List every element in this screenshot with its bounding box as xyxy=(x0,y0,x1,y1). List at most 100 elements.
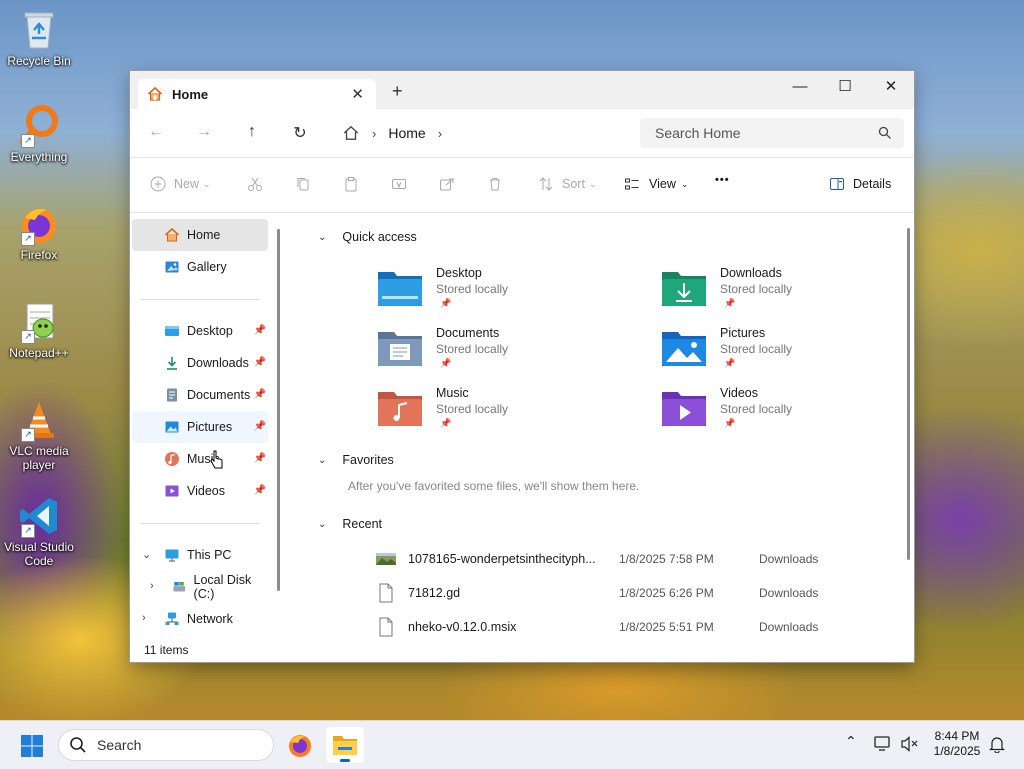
sidebar-item-label: This PC xyxy=(187,548,232,562)
chevron-down-icon: ⌄ xyxy=(203,178,211,189)
cut-button[interactable] xyxy=(247,176,263,192)
taskbar-search[interactable]: Search xyxy=(58,729,274,761)
sidebar-item-network[interactable]: › Network xyxy=(132,603,268,635)
forward-button[interactable]: → xyxy=(194,123,214,143)
recent-file-row[interactable]: nheko-v0.12.0.msix 1/8/2025 5:51 PM Down… xyxy=(376,612,846,642)
sidebar-item-pictures[interactable]: Pictures 📌 xyxy=(132,411,268,443)
section-title: Favorites xyxy=(342,453,394,467)
pin-icon: 📌 xyxy=(253,421,266,432)
quick-access-documents[interactable]: Documents Stored locally 📌 xyxy=(378,323,618,379)
sidebar-item-home[interactable]: Home xyxy=(132,219,268,251)
search-icon xyxy=(878,126,891,139)
clock-time: 8:44 PM xyxy=(934,729,980,743)
desktop-icon-vlc[interactable]: ↗ VLC media player xyxy=(1,398,77,472)
breadcrumb-chevron-icon[interactable]: › xyxy=(438,126,442,141)
sidebar-item-documents[interactable]: Documents 📌 xyxy=(132,379,268,411)
title-bar[interactable]: Home ✕ + — ☐ ✕ xyxy=(130,71,914,109)
taskbar-firefox[interactable] xyxy=(281,727,319,763)
desktop-icon-label: Firefox xyxy=(20,248,58,262)
sidebar-item-local-disk[interactable]: › Local Disk (C:) xyxy=(132,571,268,603)
windows-start-icon[interactable] xyxy=(20,734,44,758)
quick-access-videos[interactable]: Videos Stored locally 📌 xyxy=(662,383,902,439)
search-input[interactable] xyxy=(653,124,867,142)
taskbar: Search ⌃ 8:44 PM 1/8/2025 xyxy=(0,720,1024,769)
tray-overflow-chevron-icon[interactable]: ⌃ xyxy=(845,733,857,750)
volume-muted-icon[interactable] xyxy=(901,736,919,752)
sidebar-item-label: Local Disk (C:) xyxy=(193,573,252,601)
breadcrumb[interactable]: › Home › xyxy=(332,117,632,149)
desktop-icon-notepadpp[interactable]: ↗ Notepad++ xyxy=(1,300,77,360)
refresh-button[interactable]: ↻ xyxy=(290,123,310,143)
section-header-quick-access[interactable]: ⌄ Quick access xyxy=(318,230,417,244)
folder-name: Desktop xyxy=(436,266,482,280)
search-box[interactable] xyxy=(640,118,904,148)
desktop-icon-everything[interactable]: ↗ Everything xyxy=(1,104,77,164)
maximize-button[interactable]: ☐ xyxy=(822,71,868,101)
vlc-cone-icon: ↗ xyxy=(17,398,61,442)
hand-cursor-icon xyxy=(210,450,223,469)
folder-name: Music xyxy=(436,386,469,400)
sidebar-item-music[interactable]: Music 📌 xyxy=(132,443,268,475)
sidebar-item-desktop[interactable]: Desktop 📌 xyxy=(132,315,268,347)
status-bar: 11 items xyxy=(130,639,914,662)
section-header-favorites[interactable]: ⌄ Favorites xyxy=(318,453,394,467)
clock[interactable]: 8:44 PM 1/8/2025 xyxy=(928,729,986,759)
drive-icon xyxy=(173,582,186,592)
folder-status: Stored locally xyxy=(436,282,509,296)
chevron-right-icon[interactable]: › xyxy=(150,580,154,592)
sidebar-item-label: Downloads xyxy=(187,356,249,370)
sidebar-item-label: Videos xyxy=(187,484,225,498)
pin-icon: 📌 xyxy=(724,358,736,368)
tab-title: Home xyxy=(172,86,209,102)
folder-icon xyxy=(333,736,357,755)
sidebar-item-downloads[interactable]: Downloads 📌 xyxy=(132,347,268,379)
close-button[interactable]: ✕ xyxy=(868,71,914,101)
sidebar-item-gallery[interactable]: Gallery xyxy=(132,251,268,283)
sidebar-scrollbar[interactable] xyxy=(277,229,280,591)
sidebar-item-this-pc[interactable]: ⌄ This PC xyxy=(132,539,268,571)
quick-access-downloads[interactable]: Downloads Stored locally 📌 xyxy=(662,263,902,319)
desktop-icon-recycle-bin[interactable]: Recycle Bin xyxy=(1,8,77,68)
content-scrollbar[interactable] xyxy=(907,228,910,560)
sidebar-item-videos[interactable]: Videos 📌 xyxy=(132,475,268,507)
new-tab-button[interactable]: + xyxy=(392,81,403,102)
minimize-button[interactable]: — xyxy=(777,71,823,101)
documents-folder-icon xyxy=(378,332,422,366)
view-button[interactable]: View ⌄ xyxy=(624,176,688,192)
notification-bell-icon[interactable] xyxy=(989,736,1005,753)
recent-file-row[interactable]: 71812.gd 1/8/2025 6:26 PM Downloads xyxy=(376,578,846,608)
up-button[interactable]: ↑ xyxy=(242,123,262,143)
details-pane-button[interactable]: Details xyxy=(829,176,891,192)
more-options-button[interactable]: ••• xyxy=(715,174,730,186)
tab-home[interactable]: Home ✕ xyxy=(138,79,376,109)
chevron-down-icon: ⌄ xyxy=(588,178,597,189)
taskbar-file-explorer[interactable] xyxy=(326,727,364,763)
back-button[interactable]: ← xyxy=(146,123,166,143)
shortcut-arrow-icon: ↗ xyxy=(21,428,35,442)
paste-icon xyxy=(345,177,357,192)
rename-button[interactable] xyxy=(391,176,407,192)
section-header-recent[interactable]: ⌄ Recent xyxy=(318,517,382,531)
new-button[interactable]: New ⌄ xyxy=(150,176,211,192)
desktop-icon-firefox[interactable]: ↗ Firefox xyxy=(1,202,77,262)
network-display-icon[interactable] xyxy=(874,736,892,752)
desktop-icon-vscode[interactable]: ↗ Visual Studio Code xyxy=(1,494,77,568)
sort-button[interactable]: Sort ⌄ xyxy=(538,176,596,192)
sort-icon xyxy=(539,177,553,191)
recycle-bin-icon xyxy=(17,8,61,52)
file-location: Downloads xyxy=(759,620,819,634)
breadcrumb-item-home[interactable]: Home xyxy=(388,125,425,141)
recent-file-row[interactable]: 1078165-wonderpetsinthecityph... 1/8/202… xyxy=(376,544,846,574)
shortcut-arrow-icon: ↗ xyxy=(21,232,35,246)
tab-close-button[interactable]: ✕ xyxy=(351,85,364,103)
paste-button[interactable] xyxy=(343,176,359,192)
quick-access-desktop[interactable]: Desktop Stored locally 📌 xyxy=(378,263,618,319)
quick-access-music[interactable]: Music Stored locally 📌 xyxy=(378,383,618,439)
quick-access-pictures[interactable]: Pictures Stored locally 📌 xyxy=(662,323,902,379)
chevron-down-icon[interactable]: ⌄ xyxy=(142,548,151,561)
chevron-right-icon[interactable]: › xyxy=(142,612,146,624)
file-date: 1/8/2025 6:26 PM xyxy=(619,586,714,600)
copy-button[interactable] xyxy=(295,176,311,192)
delete-button[interactable] xyxy=(487,176,503,192)
share-button[interactable] xyxy=(439,176,455,192)
